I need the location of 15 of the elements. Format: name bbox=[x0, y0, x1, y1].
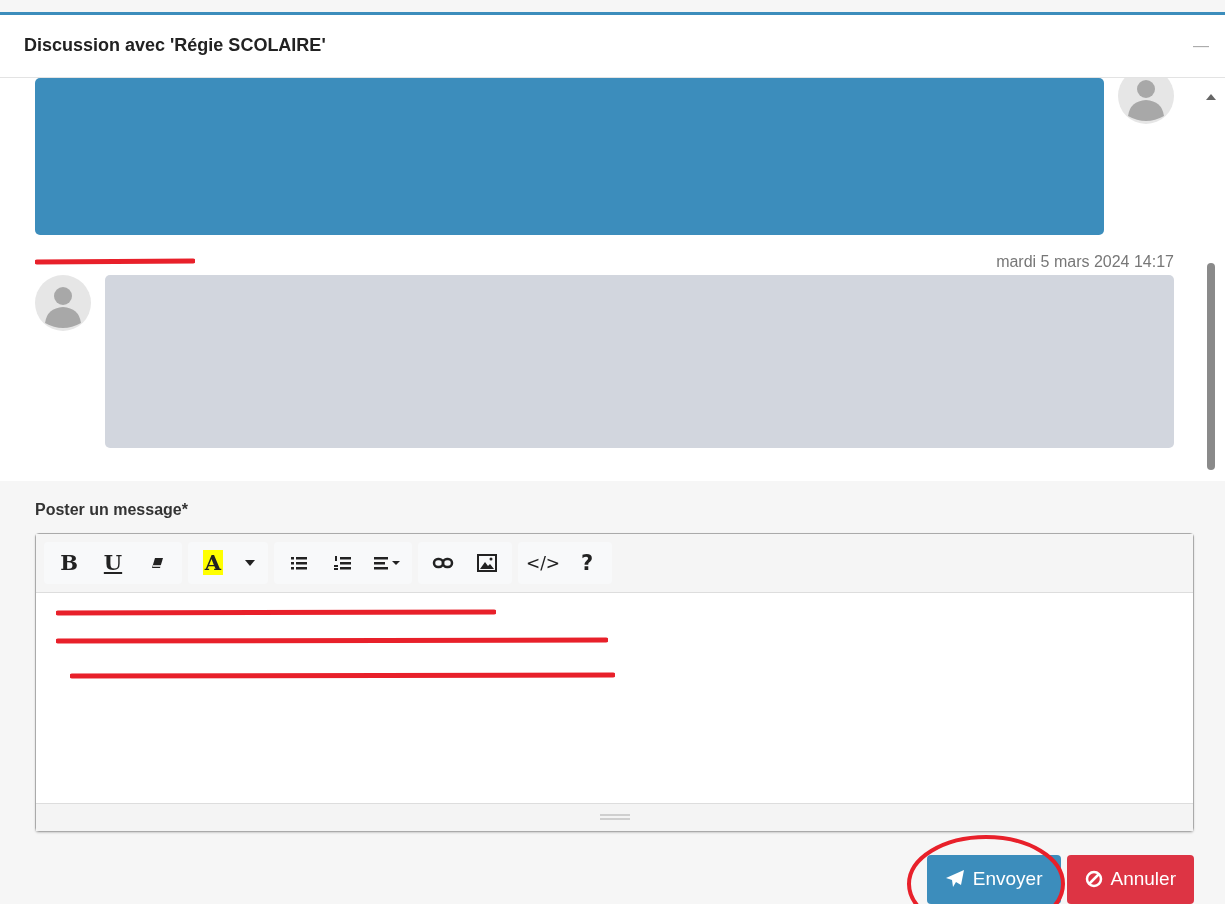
image-icon bbox=[476, 552, 498, 574]
bold-tool-button[interactable]: B bbox=[47, 546, 91, 580]
window-title: Discussion avec 'Régie SCOLAIRE' bbox=[24, 35, 326, 57]
caret-icon bbox=[244, 559, 256, 567]
underline-tool-button[interactable]: U bbox=[91, 546, 135, 580]
field-label: Poster un message* bbox=[35, 501, 189, 519]
send-button[interactable]: Envoyer bbox=[926, 855, 1061, 904]
cancel-button[interactable]: Annuler bbox=[1066, 855, 1194, 904]
code-tool-button[interactable]: </> bbox=[521, 546, 565, 580]
forbidden-icon bbox=[1084, 870, 1103, 889]
resize-handle[interactable] bbox=[599, 814, 630, 821]
avatar-icon bbox=[35, 274, 91, 331]
help-tool-button[interactable]: ? bbox=[565, 546, 609, 580]
message-date: mardi 5 mars 2024 14:17 bbox=[996, 252, 1174, 271]
message-editor[interactable]: B U A </> ? bbox=[35, 533, 1194, 832]
